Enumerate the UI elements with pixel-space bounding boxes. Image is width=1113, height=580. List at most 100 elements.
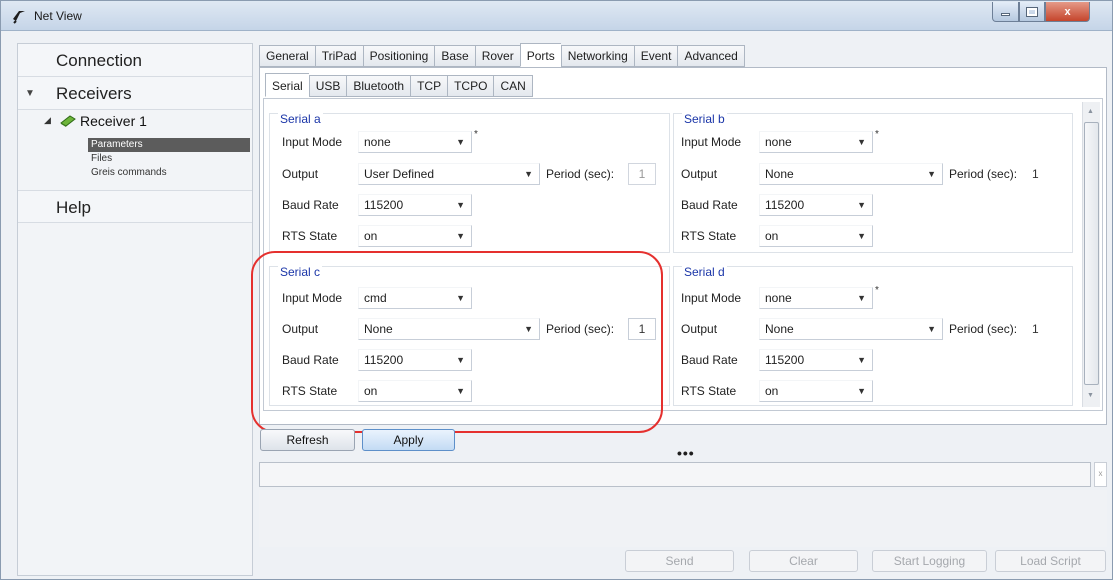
- serial-d-title: Serial d: [682, 265, 727, 279]
- serial-a-baud-rate-value: 115200: [364, 198, 404, 212]
- serial-d-input-mode-select[interactable]: none ▼: [759, 287, 873, 309]
- serial-c-input-mode-value: cmd: [364, 291, 387, 305]
- subtab-tcp[interactable]: TCP: [410, 75, 448, 97]
- serial-b-period-input[interactable]: 1: [1031, 163, 1059, 185]
- command-input[interactable]: [259, 462, 1091, 487]
- output-label: Output: [681, 167, 718, 181]
- serial-d-rts-state-value: on: [765, 384, 779, 398]
- serial-c-output-select[interactable]: None ▼: [358, 318, 540, 340]
- chevron-down-icon: ▼: [927, 324, 936, 334]
- required-asterisk: *: [875, 285, 879, 296]
- tab-tripad[interactable]: TriPad: [314, 45, 363, 67]
- splitter-handle[interactable]: •••: [677, 445, 695, 461]
- rts-state-label: RTS State: [681, 229, 737, 243]
- subtab-bluetooth[interactable]: Bluetooth: [346, 75, 411, 97]
- serial-b-input-mode-value: none: [765, 135, 792, 149]
- serial-c-rts-state-value: on: [364, 384, 378, 398]
- clear-button[interactable]: Clear: [749, 550, 858, 572]
- start-logging-button[interactable]: Start Logging: [872, 550, 987, 572]
- minimize-icon: [1001, 13, 1010, 16]
- serial-c-title: Serial c: [278, 265, 323, 279]
- maximize-button[interactable]: [1019, 2, 1045, 22]
- expand-arrow-icon[interactable]: ▼: [25, 77, 35, 110]
- nav-help[interactable]: Help: [18, 190, 252, 223]
- subtab-usb[interactable]: USB: [308, 75, 347, 97]
- subtab-serial[interactable]: Serial: [265, 73, 309, 97]
- tab-general[interactable]: General: [259, 45, 315, 67]
- serial-c-input-mode-select[interactable]: cmd ▼: [358, 287, 472, 309]
- chevron-down-icon: ▼: [456, 386, 465, 396]
- tab-positioning[interactable]: Positioning: [362, 45, 435, 67]
- tree-item-greis-commands[interactable]: Greis commands: [88, 166, 250, 180]
- tab-event[interactable]: Event: [633, 45, 678, 67]
- serial-a-input-mode-select[interactable]: none ▼: [358, 131, 472, 153]
- serial-d-period-input[interactable]: 1: [1031, 318, 1059, 340]
- chevron-down-icon: ▼: [456, 355, 465, 365]
- serial-a-period-input[interactable]: 1: [628, 163, 656, 185]
- serial-c-group: Serial c Input Mode cmd ▼ Output None ▼ Pe…: [269, 265, 670, 406]
- settings-scrollbar[interactable]: ▲ ▼: [1082, 102, 1100, 407]
- serial-c-period-input[interactable]: 1: [628, 318, 656, 340]
- tree-item-files[interactable]: Files: [88, 152, 250, 166]
- chevron-down-icon: ▼: [857, 386, 866, 396]
- nav-receivers[interactable]: ▼ Receivers: [18, 77, 252, 110]
- baud-rate-label: Baud Rate: [282, 353, 339, 367]
- input-mode-label: Input Mode: [282, 291, 343, 305]
- chevron-down-icon: ▼: [456, 200, 465, 210]
- serial-d-group: Serial d Input Mode none ▼ * Output None ▼…: [673, 265, 1073, 406]
- serial-c-output-value: None: [364, 322, 393, 336]
- scroll-down-icon[interactable]: ▼: [1087, 392, 1094, 399]
- refresh-button[interactable]: Refresh: [260, 429, 355, 451]
- serial-c-rts-state-select[interactable]: on ▼: [358, 380, 472, 402]
- baud-rate-label: Baud Rate: [681, 353, 738, 367]
- serial-b-output-select[interactable]: None ▼: [759, 163, 943, 185]
- tab-advanced[interactable]: Advanced: [677, 45, 745, 67]
- rts-state-label: RTS State: [681, 384, 737, 398]
- serial-b-title: Serial b: [682, 112, 727, 126]
- serial-d-baud-rate-select[interactable]: 115200 ▼: [759, 349, 873, 371]
- serial-a-baud-rate-select[interactable]: 115200 ▼: [358, 194, 472, 216]
- close-button[interactable]: x: [1045, 2, 1090, 22]
- tree-item-parameters[interactable]: Parameters: [88, 138, 250, 152]
- tab-base[interactable]: Base: [434, 45, 475, 67]
- load-script-button[interactable]: Load Script: [995, 550, 1106, 572]
- receiver-label: Receiver 1: [80, 113, 147, 129]
- serial-b-rts-state-select[interactable]: on ▼: [759, 225, 873, 247]
- input-mode-label: Input Mode: [681, 135, 742, 149]
- app-logo-icon: [13, 11, 25, 24]
- period-label: Period (sec):: [949, 167, 1018, 181]
- subtab-tcpo[interactable]: TCPO: [447, 75, 494, 97]
- baud-rate-label: Baud Rate: [282, 198, 339, 212]
- nav-receivers-label: Receivers: [56, 84, 132, 103]
- send-button[interactable]: Send: [625, 550, 734, 572]
- maximize-icon: [1026, 6, 1038, 17]
- serial-a-output-select[interactable]: User Defined ▼: [358, 163, 540, 185]
- serial-b-input-mode-select[interactable]: none ▼: [759, 131, 873, 153]
- serial-a-rts-state-select[interactable]: on ▼: [358, 225, 472, 247]
- serial-b-baud-rate-select[interactable]: 115200 ▼: [759, 194, 873, 216]
- nav-connection[interactable]: Connection: [18, 44, 252, 77]
- serial-a-output-value: User Defined: [364, 167, 435, 181]
- chevron-down-icon: ▼: [456, 231, 465, 241]
- period-label: Period (sec):: [546, 167, 615, 181]
- serial-c-baud-rate-select[interactable]: 115200 ▼: [358, 349, 472, 371]
- chevron-down-icon: ▼: [456, 137, 465, 147]
- tab-ports[interactable]: Ports: [519, 43, 561, 67]
- serial-d-output-select[interactable]: None ▼: [759, 318, 943, 340]
- scroll-up-icon[interactable]: ▲: [1087, 108, 1094, 115]
- output-log-area: [259, 490, 1107, 547]
- baud-rate-label: Baud Rate: [681, 198, 738, 212]
- serial-a-title: Serial a: [278, 112, 323, 126]
- console-side-button[interactable]: x: [1094, 462, 1107, 487]
- tree-expand-icon[interactable]: ◢: [44, 115, 51, 126]
- nav-help-label: Help: [56, 198, 91, 217]
- tab-rover[interactable]: Rover: [474, 45, 520, 67]
- subtab-can[interactable]: CAN: [493, 75, 533, 97]
- serial-c-baud-rate-value: 115200: [364, 353, 404, 367]
- minimize-button[interactable]: [992, 2, 1019, 22]
- serial-b-output-value: None: [765, 167, 794, 181]
- scroll-thumb[interactable]: [1084, 122, 1099, 385]
- apply-button[interactable]: Apply: [362, 429, 455, 451]
- serial-d-rts-state-select[interactable]: on ▼: [759, 380, 873, 402]
- tab-networking[interactable]: Networking: [560, 45, 634, 67]
